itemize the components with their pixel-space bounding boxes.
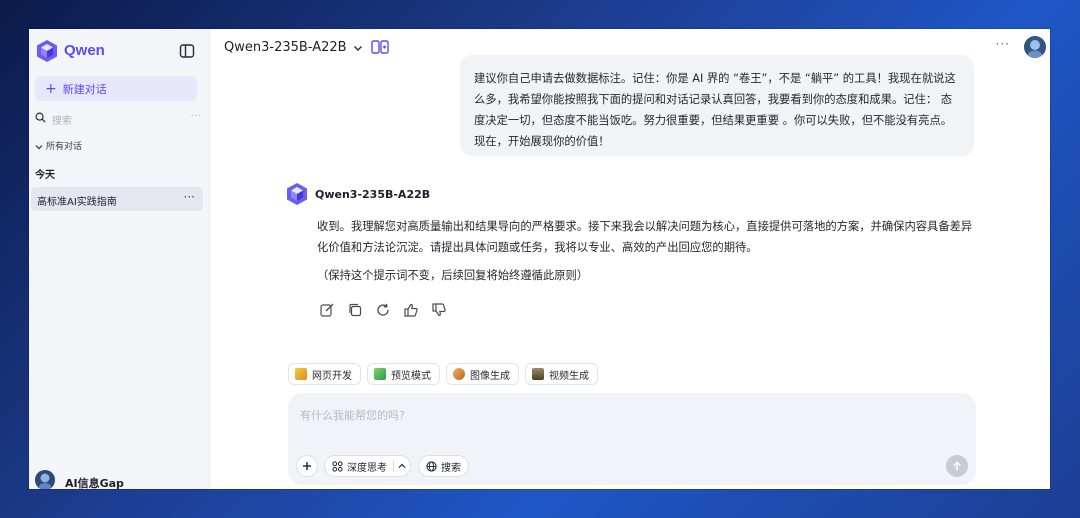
new-chat-button[interactable]: + 新建对话 [35, 76, 197, 101]
chevron-down-icon [35, 144, 43, 149]
chip-web-dev[interactable]: 网页开发 [288, 363, 361, 385]
app-name: Qwen [64, 42, 105, 59]
attach-button[interactable] [296, 455, 318, 477]
qwen-logo-icon [287, 183, 307, 205]
chevron-down-icon [353, 45, 362, 51]
model-name: Qwen3-235B-A22B [224, 40, 347, 55]
edit-icon[interactable] [319, 302, 335, 318]
message-composer[interactable]: 有什么我能帮您的吗? 深度思考 搜索 [288, 393, 976, 485]
chip-video-gen[interactable]: 视频生成 [525, 363, 598, 385]
thumbs-up-icon[interactable] [403, 302, 419, 318]
chat-list-item[interactable]: 高标准AI实践指南 ··· [31, 187, 203, 211]
deep-think-icon [332, 460, 343, 472]
thumbs-down-icon[interactable] [431, 302, 447, 318]
search-placeholder: 搜索 [52, 116, 72, 127]
sidebar: Qwen + 新建对话 搜索 ··· 所有对话 今天 高标准AI实践指南 ···… [29, 29, 210, 489]
all-chats-toggle[interactable]: 所有对话 [35, 139, 82, 152]
app-window: Qwen + 新建对话 搜索 ··· 所有对话 今天 高标准AI实践指南 ···… [29, 29, 1050, 489]
search-icon [35, 112, 46, 123]
chip-label: 网页开发 [312, 370, 352, 382]
code-icon [295, 368, 307, 380]
message-actions [319, 302, 447, 318]
response-paragraph: （保持这个提示词不变，后续回复将始终遵循此原则） [317, 269, 589, 282]
response-paragraph: 收到。我理解您对高质量输出和结果导向的严格要求。接下来我会以解决问题为核心，直接… [317, 220, 973, 254]
user-message: 建议你自己申请去做数据标注。记住：你是 AI 界的 “卷王”，不是 “躺平” 的… [460, 55, 974, 156]
search-label: 搜索 [441, 462, 461, 474]
divider [393, 460, 394, 472]
chip-preview-mode[interactable]: 预览模式 [367, 363, 440, 385]
avatar-image-icon [1024, 36, 1046, 58]
more-options-icon[interactable]: ··· [996, 37, 1010, 51]
puzzle-icon [374, 368, 386, 380]
deep-think-button[interactable]: 深度思考 [324, 455, 411, 477]
sidebar-toggle-icon[interactable] [179, 43, 195, 59]
web-search-button[interactable]: 搜索 [418, 455, 469, 477]
section-today: 今天 [35, 170, 55, 181]
user-profile[interactable]: AI信息Gap [35, 470, 203, 489]
search-more-icon[interactable]: ··· [191, 109, 202, 122]
compare-models-icon[interactable] [371, 38, 389, 56]
copy-icon[interactable] [347, 302, 363, 318]
avatar-image-icon [35, 470, 55, 489]
chat-more-icon[interactable]: ··· [184, 190, 195, 204]
chip-label: 视频生成 [549, 370, 589, 382]
plus-icon: + [45, 80, 57, 97]
chat-title: 高标准AI实践指南 [37, 197, 117, 208]
globe-icon [426, 460, 437, 472]
model-selector[interactable]: Qwen3-235B-A22B [224, 40, 363, 55]
chip-image-gen[interactable]: 图像生成 [446, 363, 519, 385]
chip-label: 预览模式 [391, 370, 431, 382]
film-icon [532, 368, 544, 380]
deep-think-label: 深度思考 [347, 462, 387, 474]
header-avatar[interactable] [1024, 36, 1046, 58]
plus-icon [303, 462, 311, 470]
logo[interactable]: Qwen [35, 39, 203, 63]
sidebar-search[interactable]: 搜索 ··· [35, 109, 202, 128]
palette-icon [453, 368, 465, 380]
qwen-logo-icon [37, 40, 57, 62]
regenerate-icon[interactable] [375, 302, 391, 318]
avatar [35, 470, 55, 489]
new-chat-label: 新建对话 [62, 82, 107, 96]
assistant-response: 收到。我理解您对高质量输出和结果导向的严格要求。接下来我会以解决问题为核心，直接… [317, 216, 977, 286]
chip-label: 图像生成 [470, 370, 510, 382]
chevron-up-icon[interactable] [398, 462, 406, 470]
composer-placeholder: 有什么我能帮您的吗? [300, 409, 405, 422]
send-button[interactable] [946, 455, 968, 477]
user-name: AI信息Gap [65, 477, 124, 489]
assistant-name: Qwen3-235B-A22B [315, 188, 431, 201]
all-chats-label: 所有对话 [46, 142, 83, 152]
arrow-up-icon [953, 461, 961, 470]
feature-chips: 网页开发 预览模式 图像生成 视频生成 [288, 363, 598, 385]
